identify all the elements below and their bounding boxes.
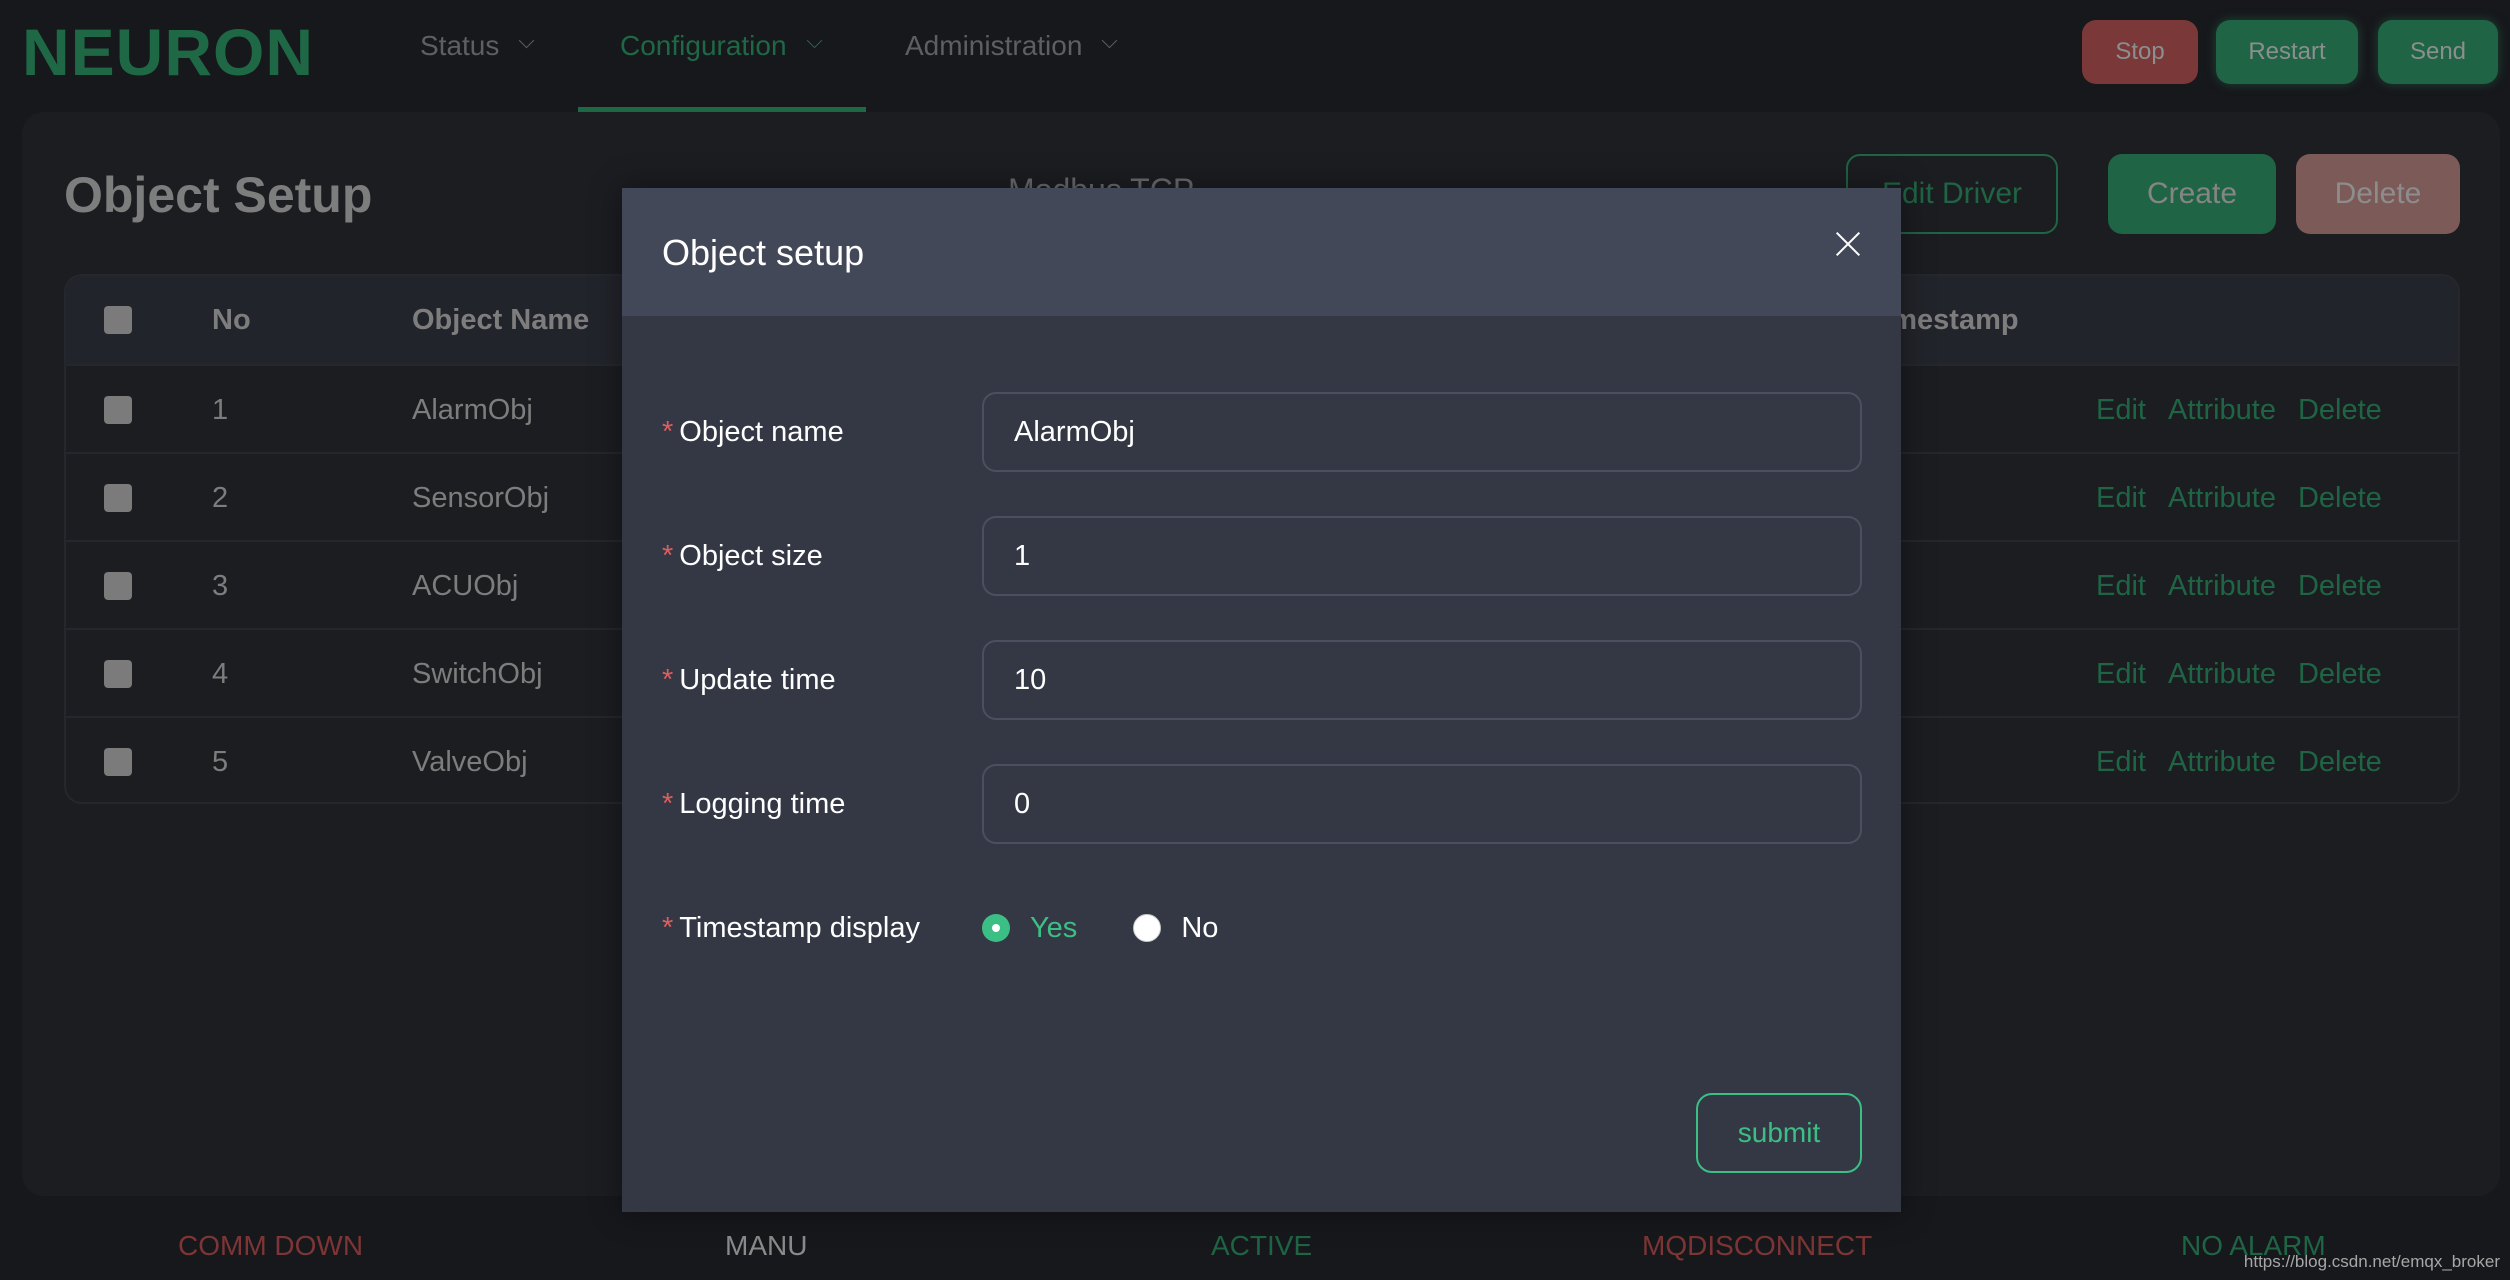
delete-link[interactable]: Delete [2298, 746, 2382, 779]
row-no: 1 [212, 394, 229, 426]
row-actions: Edit Attribute Delete [2096, 454, 2382, 542]
edit-link[interactable]: Edit [2096, 746, 2146, 779]
watermark: https://blog.csdn.net/emqx_broker [2243, 1252, 2500, 1271]
object-size-label: * Object size [662, 540, 823, 572]
header-object-name: Object Name [412, 304, 590, 336]
row-object-name: AlarmObj [412, 394, 533, 426]
dialog-title: Object setup [662, 232, 865, 273]
row-actions: Edit Attribute Delete [2096, 366, 2382, 454]
stop-button[interactable]: Stop [2082, 20, 2198, 84]
row-actions: Edit Attribute Delete [2096, 542, 2382, 630]
status-mode: MANU [725, 1230, 808, 1261]
attribute-link[interactable]: Attribute [2168, 746, 2276, 779]
submit-button[interactable]: submit [1696, 1093, 1862, 1173]
edit-link[interactable]: Edit [2096, 482, 2146, 515]
attribute-link[interactable]: Attribute [2168, 394, 2276, 427]
header-no: No [212, 304, 251, 336]
required-mark: * [662, 664, 674, 696]
status-mqtt: MQDISCONNECT [1642, 1230, 1873, 1261]
required-mark: * [662, 540, 674, 572]
dialog-header: Object setup [622, 188, 1901, 316]
delete-link[interactable]: Delete [2298, 570, 2382, 603]
send-button[interactable]: Send [2378, 20, 2498, 84]
row-checkbox[interactable] [104, 572, 132, 600]
select-all-checkbox[interactable] [104, 306, 132, 334]
delete-link[interactable]: Delete [2298, 482, 2382, 515]
row-no: 2 [212, 482, 229, 514]
status-bar: COMM DOWN MANU ACTIVE MQDISCONNECT NO AL… [0, 1212, 2510, 1280]
row-checkbox[interactable] [104, 748, 132, 776]
required-mark: * [662, 416, 674, 448]
row-checkbox[interactable] [104, 660, 132, 688]
attribute-link[interactable]: Attribute [2168, 658, 2276, 691]
create-button[interactable]: Create [2108, 154, 2276, 234]
nav-status-label: Status [420, 30, 500, 61]
attribute-link[interactable]: Attribute [2168, 482, 2276, 515]
row-object-name: ValveObj [412, 746, 528, 778]
close-icon[interactable] [1834, 230, 1862, 258]
nav-administration[interactable]: Administration [905, 30, 1116, 62]
logging-time-row: * Logging time [662, 764, 1862, 844]
row-object-name: ACUObj [412, 570, 519, 602]
object-name-row: * Object name [662, 392, 1862, 472]
radio-yes[interactable]: Yes [982, 912, 1077, 945]
nav-administration-label: Administration [905, 30, 1083, 61]
radio-no[interactable]: No [1133, 912, 1218, 945]
row-checkbox[interactable] [104, 484, 132, 512]
row-object-name: SwitchObj [412, 658, 543, 690]
object-size-row: * Object size [662, 516, 1862, 596]
object-name-input[interactable] [982, 392, 1862, 472]
row-actions: Edit Attribute Delete [2096, 718, 2382, 802]
page-title: Object Setup [64, 167, 373, 223]
required-mark: * [662, 912, 674, 944]
edit-link[interactable]: Edit [2096, 570, 2146, 603]
nav-configuration-label: Configuration [620, 30, 787, 61]
object-name-label: * Object name [662, 416, 844, 448]
nav-configuration[interactable]: Configuration [620, 30, 821, 62]
row-actions: Edit Attribute Delete [2096, 630, 2382, 718]
delete-button[interactable]: Delete [2296, 154, 2460, 234]
row-object-name: SensorObj [412, 482, 550, 514]
update-time-row: * Update time [662, 640, 1862, 720]
object-setup-dialog: Object setup *Object name *Object size *… [622, 188, 1901, 1212]
chevron-down-icon [519, 35, 533, 49]
timestamp-display-row: * Timestamp display Yes No [662, 888, 1862, 968]
object-size-input[interactable] [982, 516, 1862, 596]
radio-yes-label: Yes [1030, 911, 1078, 944]
update-time-input[interactable] [982, 640, 1862, 720]
row-no: 5 [212, 746, 229, 778]
chevron-down-icon [807, 35, 821, 49]
row-no: 3 [212, 570, 229, 602]
logging-time-input[interactable] [982, 764, 1862, 844]
edit-link[interactable]: Edit [2096, 394, 2146, 427]
logging-time-label: * Logging time [662, 788, 846, 820]
timestamp-display-label: * Timestamp display [662, 912, 920, 944]
edit-link[interactable]: Edit [2096, 658, 2146, 691]
delete-link[interactable]: Delete [2298, 394, 2382, 427]
top-navigation-bar: NEURON Status Configuration Administrati… [0, 0, 2510, 112]
status-comm: COMM DOWN [178, 1230, 364, 1261]
row-checkbox[interactable] [104, 396, 132, 424]
update-time-label: * Update time [662, 664, 836, 696]
radio-checked-icon [982, 914, 1010, 942]
restart-button[interactable]: Restart [2216, 20, 2358, 84]
chevron-down-icon [1102, 35, 1116, 49]
status-active: ACTIVE [1211, 1230, 1313, 1261]
attribute-link[interactable]: Attribute [2168, 570, 2276, 603]
delete-link[interactable]: Delete [2298, 658, 2382, 691]
nav-status[interactable]: Status [420, 30, 533, 62]
required-mark: * [662, 788, 674, 820]
app-logo: NEURON [22, 15, 315, 89]
radio-no-label: No [1181, 911, 1219, 944]
row-no: 4 [212, 658, 229, 690]
timestamp-display-radio-group: Yes No [982, 888, 1218, 968]
radio-unchecked-icon [1133, 914, 1162, 942]
